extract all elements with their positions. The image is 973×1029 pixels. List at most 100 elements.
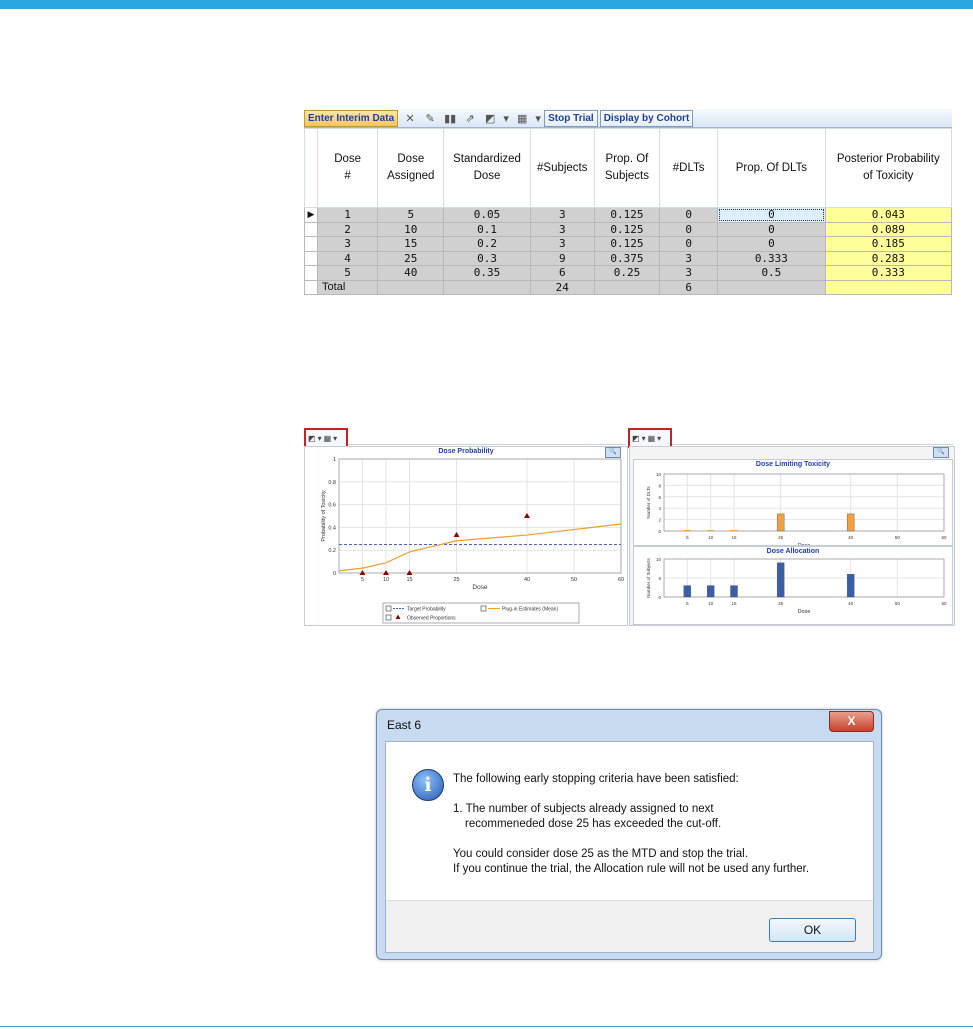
delete-icon[interactable]: ✕ bbox=[403, 111, 417, 125]
table-cell[interactable]: 0.043 bbox=[824, 207, 953, 223]
y-tick-label: 1 bbox=[333, 457, 336, 463]
chevron-down-icon[interactable]: ▾ bbox=[657, 434, 661, 443]
table-cell[interactable]: 0 bbox=[659, 236, 719, 252]
table-cell[interactable]: 3 bbox=[529, 236, 595, 252]
table-cell[interactable]: 9 bbox=[529, 250, 595, 266]
table-cell[interactable]: 3 bbox=[317, 236, 379, 252]
edit-icon[interactable]: ✎ bbox=[423, 111, 437, 125]
table-cell[interactable]: 3 bbox=[529, 207, 595, 223]
table-cell[interactable]: 0 bbox=[659, 221, 719, 237]
row-selector[interactable] bbox=[303, 236, 319, 252]
x-tick-label: 60 bbox=[618, 577, 624, 583]
table-cell[interactable]: 0 bbox=[717, 236, 826, 252]
table-cell[interactable]: 0.3 bbox=[443, 250, 531, 266]
col-prop-dlts[interactable]: Prop. Of DLTs bbox=[717, 128, 826, 208]
table-row[interactable]: 2 10 0.1 3 0.125 0 0 0.089 bbox=[303, 221, 953, 237]
dialog-body: i The following early stopping criteria … bbox=[385, 741, 874, 953]
table-row[interactable]: 3 15 0.2 3 0.125 0 0 0.185 bbox=[303, 236, 953, 252]
chart-type-icon[interactable]: ◩ bbox=[632, 434, 640, 443]
table-cell[interactable]: 10 bbox=[377, 221, 445, 237]
table-cell[interactable]: 3 bbox=[659, 265, 719, 281]
dialog-message-line: The following early stopping criteria ha… bbox=[453, 773, 739, 785]
table-row[interactable]: 4 25 0.3 9 0.375 3 0.333 0.283 bbox=[303, 250, 953, 266]
x-axis-label: Dose bbox=[798, 609, 811, 615]
col-subjects[interactable]: #Subjects bbox=[529, 128, 595, 208]
col-dlts[interactable]: #DLTs bbox=[659, 128, 719, 208]
row-pointer-icon[interactable]: ▶ bbox=[303, 207, 319, 223]
table-cell-focused[interactable]: 0 bbox=[717, 207, 826, 223]
row-selector[interactable] bbox=[303, 221, 319, 237]
table-cell[interactable]: 0.1 bbox=[443, 221, 531, 237]
table-cell[interactable]: 0.5 bbox=[717, 265, 826, 281]
chart-type-icon[interactable]: ◩ bbox=[308, 434, 316, 443]
table-cell[interactable]: 2 bbox=[317, 221, 379, 237]
column-chart-icon[interactable]: ▮▮ bbox=[443, 111, 457, 125]
x-tick-label: 10 bbox=[708, 535, 714, 540]
table-header-row: Dose # Dose Assigned Standardized Dose #… bbox=[303, 128, 953, 208]
table-cell[interactable]: 0.2 bbox=[443, 236, 531, 252]
col-prop-subjects[interactable]: Prop. Of Subjects bbox=[593, 128, 661, 208]
table-cell[interactable]: 0.333 bbox=[717, 250, 826, 266]
dlt-chart-panel: Dose Limiting Toxicity 0 2 4 6 8 10 5 10 15 25 40 5… bbox=[633, 459, 953, 546]
row-selector[interactable] bbox=[303, 250, 319, 266]
zoom-icon[interactable]: 🔍 bbox=[933, 447, 949, 458]
x-tick-label: 40 bbox=[524, 577, 530, 583]
y-tick-label: 0 bbox=[658, 529, 661, 534]
table-cell[interactable]: 0 bbox=[717, 221, 826, 237]
stop-trial-button[interactable]: Stop Trial bbox=[544, 109, 598, 127]
table-cell[interactable]: 0.35 bbox=[443, 265, 531, 281]
enter-interim-data-button[interactable]: Enter Interim Data bbox=[304, 109, 399, 127]
close-icon[interactable]: X bbox=[829, 711, 874, 732]
left-chart-tools[interactable]: ◩ ▾ ▦ ▾ bbox=[304, 428, 348, 448]
export-icon[interactable]: ⇗ bbox=[463, 111, 477, 125]
chart-type-icon[interactable]: ◩ bbox=[483, 111, 497, 125]
chevron-down-icon[interactable]: ▾ bbox=[333, 434, 337, 443]
table-icon[interactable]: ▦ bbox=[515, 111, 529, 125]
observed-proportion-marker bbox=[524, 513, 530, 518]
table-cell[interactable]: 0 bbox=[659, 207, 719, 223]
table-cell[interactable]: 0.283 bbox=[824, 250, 953, 266]
x-axis-label: Dose bbox=[472, 584, 488, 591]
table-cell[interactable]: 4 bbox=[317, 250, 379, 266]
table-cell[interactable]: 0.125 bbox=[593, 221, 661, 237]
table-cell[interactable]: 0.125 bbox=[593, 207, 661, 223]
table-cell[interactable]: 5 bbox=[377, 207, 445, 223]
table-row[interactable]: 5 40 0.35 6 0.25 3 0.5 0.333 bbox=[303, 265, 953, 281]
table-cell[interactable]: 6 bbox=[529, 265, 595, 281]
col-dose-number[interactable]: Dose # bbox=[317, 128, 379, 208]
bar bbox=[730, 585, 738, 598]
chevron-down-icon[interactable]: ▾ bbox=[503, 111, 509, 125]
col-standardized-dose[interactable]: Standardized Dose bbox=[443, 128, 531, 208]
table-cell[interactable]: 25 bbox=[377, 250, 445, 266]
table-icon[interactable]: ▦ bbox=[648, 434, 656, 443]
table-cell[interactable]: 0.05 bbox=[443, 207, 531, 223]
table-cell[interactable]: 40 bbox=[377, 265, 445, 281]
y-tick-label: 2 bbox=[658, 518, 661, 523]
table-cell[interactable]: 0.375 bbox=[593, 250, 661, 266]
table-cell[interactable]: 0.25 bbox=[593, 265, 661, 281]
table-icon[interactable]: ▦ bbox=[324, 434, 332, 443]
table-cell[interactable]: 5 bbox=[317, 265, 379, 281]
table-cell[interactable]: 15 bbox=[377, 236, 445, 252]
table-row[interactable]: ▶ 1 5 0.05 3 0.125 0 0 0.043 bbox=[303, 207, 953, 223]
chevron-down-icon[interactable]: ▾ bbox=[318, 434, 322, 443]
table-cell[interactable]: 0.125 bbox=[593, 236, 661, 252]
x-tick-label: 5 bbox=[361, 577, 364, 583]
right-chart-tools[interactable]: ◩ ▾ ▦ ▾ bbox=[628, 428, 672, 448]
table-cell[interactable]: 0.333 bbox=[824, 265, 953, 281]
table-cell[interactable]: 0.089 bbox=[824, 221, 953, 237]
table-cell[interactable]: 0.185 bbox=[824, 236, 953, 252]
col-dose-assigned[interactable]: Dose Assigned bbox=[377, 128, 445, 208]
x-tick-label: 50 bbox=[571, 577, 577, 583]
display-by-cohort-button[interactable]: Display by Cohort bbox=[599, 109, 694, 127]
col-posterior-probability[interactable]: Posterior Probability of Toxicity bbox=[824, 128, 953, 208]
table-cell[interactable]: 3 bbox=[529, 221, 595, 237]
chevron-down-icon[interactable]: ▾ bbox=[535, 111, 541, 125]
row-selector[interactable] bbox=[303, 279, 319, 295]
row-selector[interactable] bbox=[303, 265, 319, 281]
table-cell[interactable]: 3 bbox=[659, 250, 719, 266]
chevron-down-icon[interactable]: ▾ bbox=[642, 434, 646, 443]
plot-area bbox=[663, 473, 945, 532]
table-cell[interactable]: 1 bbox=[317, 207, 379, 223]
ok-button[interactable]: OK bbox=[769, 918, 856, 942]
